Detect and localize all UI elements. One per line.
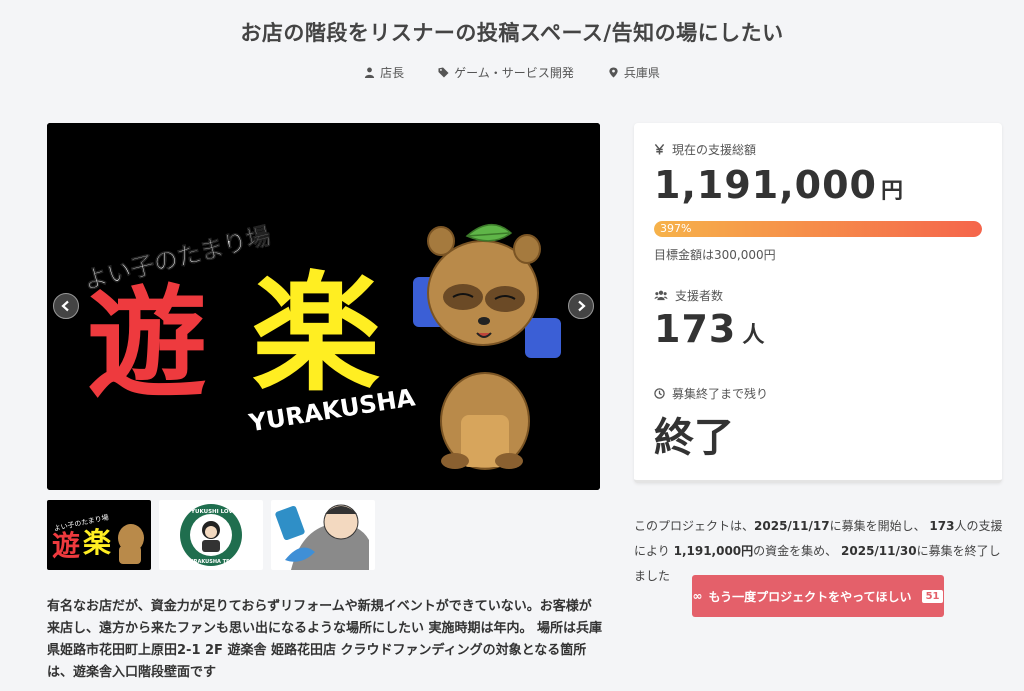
tag-icon [438,67,449,78]
total-label: 現在の支援総額 [654,141,756,158]
hero-logo-char-2: 楽 [252,260,380,409]
backers-label: 支援者数 [654,287,723,304]
yurakusha-logo-image: よい子のたまり場 遊 楽 YURAKUSHA [47,123,600,490]
chevron-right-icon [578,300,586,312]
svg-text:楽: 楽 [83,526,111,559]
thumb2-top-text: YUKUSHI LOVERS [190,509,245,515]
summary-text-4: の資金を集め、 [753,544,838,558]
request-again-label: もう一度プロジェクトをやってほしい [708,589,912,604]
goal-amount: 目標金額は300,000円 [654,248,776,262]
project-meta: 店長 ゲーム・サービス開発 兵庫県 [0,64,1024,81]
svg-text:遊: 遊 [52,529,80,562]
meta-category-label: ゲーム・サービス開発 [454,66,574,80]
summary-backers: 173 [929,519,955,533]
people-icon [654,290,668,301]
summary-text-1: このプロジェクトは、 [634,519,755,533]
person-icon [365,67,375,78]
funding-stats-card: 現在の支援総額 1,191,000 円 397% 目標金額は300,000円 支援… [634,123,1002,483]
backers-count-value: 173 [654,307,737,351]
main-image-carousel[interactable]: よい子のたまり場 遊 楽 YURAKUSHA [47,123,600,490]
remaining-label: 募集終了まで残り [654,385,768,402]
meta-owner-label: 店長 [380,66,405,80]
carousel-prev-button[interactable] [53,293,79,319]
request-again-count: 51 [921,589,944,603]
project-description: 有名なお店だが、資金力が足りておらずリフォームや新規イベントができていない。お客… [47,599,603,680]
progress-fill [654,221,982,237]
total-amount: 1,191,000 円 [654,163,904,207]
backers-label-text: 支援者数 [675,289,724,303]
project-title: お店の階段をリスナーの投稿スペース/告知の場にしたい [240,21,784,45]
request-again-button[interactable]: ∞ もう一度プロジェクトをやってほしい 51 [692,575,944,617]
remaining-value: 終了 [654,415,734,461]
meta-location-label: 兵庫県 [623,66,660,80]
yen-icon [654,144,665,155]
funding-progress-bar: 397% [654,221,982,237]
thumb2-bottom-text: YURAKUSHA TENBURA [185,559,249,565]
hero-logo-char-1: 遊 [87,275,207,414]
remaining-label-text: 募集終了まで残り [672,387,769,401]
location-pin-icon [609,67,618,78]
thumbnail-2[interactable]: YUKUSHI LOVERS YURAKUSHA TENBURA [159,500,263,570]
thumbnail-1[interactable]: よい子のたまり場 遊 楽 [47,500,151,570]
total-amount-value: 1,191,000 [654,163,877,207]
image-thumbnails: よい子のたまり場 遊 楽 YUKUSHI LOVERS YURAKUSHA TE… [47,500,375,570]
meta-location[interactable]: 兵庫県 [608,64,660,81]
chevron-left-icon [61,300,69,312]
backers-count: 173 人 [654,307,765,351]
backers-count-unit: 人 [742,323,766,348]
progress-percent: 397% [660,222,692,235]
summary-end-date: 2025/11/30 [841,544,917,558]
thumbnail-3[interactable] [271,500,375,570]
carousel-next-button[interactable] [568,293,594,319]
summary-text-2: に募集を開始し、 [829,519,926,533]
meta-owner[interactable]: 店長 [364,64,404,81]
summary-amount: 1,191,000円 [673,544,754,558]
meta-category[interactable]: ゲーム・サービス開発 [438,64,574,81]
total-amount-unit: 円 [880,179,904,204]
clock-icon [654,388,665,399]
total-label-text: 現在の支援総額 [672,143,757,157]
summary-start-date: 2025/11/17 [754,519,830,533]
infinity-icon: ∞ [692,589,703,603]
